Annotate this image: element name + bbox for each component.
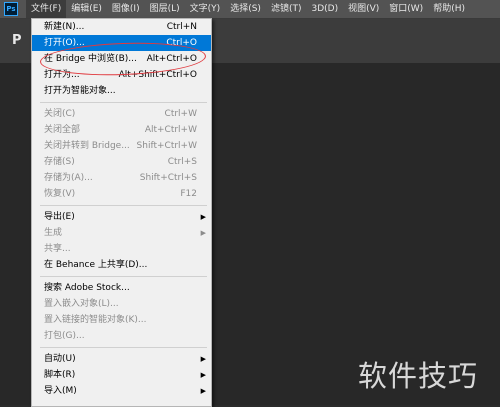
menu-item-label: 搜索 Adobe Stock...	[44, 283, 130, 293]
menu-6[interactable]: 滤镜(T)	[266, 0, 307, 18]
menu-10[interactable]: 帮助(H)	[428, 0, 470, 18]
menu-item[interactable]: 打开(O)... Ctrl+O	[32, 35, 211, 51]
menu-item-shortcut: Alt+Ctrl+W	[144, 125, 197, 135]
menu-item-shortcut: Ctrl+N	[166, 22, 197, 32]
menu-item-label: 关闭(C)	[44, 109, 76, 119]
menu-item-label: 关闭并转到 Bridge...	[44, 141, 130, 151]
menu-item-label: 在 Behance 上共享(D)...	[44, 260, 148, 270]
menu-separator	[40, 102, 207, 103]
menu-item[interactable]: 脚本(R) ▶	[32, 367, 211, 383]
menu-item[interactable]: 生成 ▶	[32, 225, 211, 241]
menu-item[interactable]: 存储(S) Ctrl+S	[32, 154, 211, 170]
menu-item-label: 打开为智能对象...	[44, 86, 116, 96]
menu-item-label: 存储(S)	[44, 157, 75, 167]
menu-item-label: 打包(G)...	[44, 331, 85, 341]
menu-item-label: 新建(N)...	[44, 22, 85, 32]
menu-9[interactable]: 窗口(W)	[384, 0, 428, 18]
menu-8[interactable]: 视图(V)	[343, 0, 384, 18]
menu-item-shortcut: Ctrl+S	[167, 157, 197, 167]
menu-item-label: 导入(M)	[44, 386, 77, 396]
menu-item[interactable]: 在 Behance 上共享(D)...	[32, 257, 211, 273]
menu-item[interactable]: 存储为(A)... Shift+Ctrl+S	[32, 170, 211, 186]
menu-item-label: 置入嵌入对象(L)...	[44, 299, 119, 309]
menu-item[interactable]: 关闭全部 Alt+Ctrl+W	[32, 122, 211, 138]
menu-item-label: 生成	[44, 228, 63, 238]
menu-item[interactable]: 恢复(V) F12	[32, 186, 211, 202]
file-menu-dropdown: 新建(N)... Ctrl+N 打开(O)... Ctrl+O 在 Bridge 中浏览…	[31, 18, 212, 407]
tool-preset-icon[interactable]: P	[12, 33, 26, 49]
menu-item-label: 在 Bridge 中浏览(B)...	[44, 54, 137, 64]
menu-7[interactable]: 3D(D)	[306, 0, 343, 18]
menu-3[interactable]: 图层(L)	[145, 0, 185, 18]
menu-item-label: 存储为(A)...	[44, 173, 93, 183]
menu-item[interactable]: 置入链接的智能对象(K)...	[32, 312, 211, 328]
menu-1[interactable]: 编辑(E)	[66, 0, 107, 18]
menu-item[interactable]: 导出(E) ▶	[32, 209, 211, 225]
menu-0[interactable]: 文件(F)	[26, 0, 67, 18]
submenu-arrow-icon: ▶	[200, 213, 206, 221]
photoshop-logo-icon: Ps	[4, 2, 18, 16]
menu-item-label: 打开(O)...	[44, 38, 85, 48]
menu-item[interactable]: 打包(G)...	[32, 328, 211, 344]
menu-item-label: 共享...	[44, 244, 71, 254]
menu-item-shortcut: Ctrl+W	[164, 109, 197, 119]
menu-item-label: 关闭全部	[44, 125, 81, 135]
menu-item[interactable]: 置入嵌入对象(L)...	[32, 296, 211, 312]
menu-item[interactable]: 自动(U) ▶	[32, 351, 211, 367]
menu-item-shortcut: Ctrl+O	[166, 38, 197, 48]
menu-bar-items: 文件(F) 编辑(E) 图像(I) 图层(L) 文字(Y) 选择(S) 滤镜(T) 3D(D)…	[26, 0, 470, 18]
menu-item-shortcut: Alt+Ctrl+O	[146, 54, 197, 64]
menu-item[interactable]: 关闭(C) Ctrl+W	[32, 106, 211, 122]
menu-item[interactable]: 导入(M) ▶	[32, 383, 211, 399]
submenu-arrow-icon: ▶	[200, 387, 206, 395]
menu-bar: Ps 文件(F) 编辑(E) 图像(I) 图层(L) 文字(Y) 选择(S) 滤镜(T) 3D…	[0, 0, 500, 19]
menu-item[interactable]: 新建(N)... Ctrl+N	[32, 19, 211, 35]
menu-item-shortcut: F12	[180, 189, 197, 199]
menu-5[interactable]: 选择(S)	[225, 0, 266, 18]
menu-item-label: 打开为...	[44, 70, 80, 80]
file-menu-items: 新建(N)... Ctrl+N 打开(O)... Ctrl+O 在 Bridge 中浏览…	[32, 19, 211, 399]
menu-separator	[40, 347, 207, 348]
menu-item-shortcut: Shift+Ctrl+W	[136, 141, 197, 151]
menu-separator	[40, 276, 207, 277]
menu-item-label: 置入链接的智能对象(K)...	[44, 315, 147, 325]
menu-item[interactable]: 共享...	[32, 241, 211, 257]
menu-item[interactable]: 搜索 Adobe Stock...	[32, 280, 211, 296]
submenu-arrow-icon: ▶	[200, 229, 206, 237]
menu-item-label: 脚本(R)	[44, 370, 76, 380]
watermark-text: 软件技巧	[358, 359, 479, 393]
menu-2[interactable]: 图像(I)	[107, 0, 145, 18]
menu-item-label: 自动(U)	[44, 354, 76, 364]
menu-separator	[40, 205, 207, 206]
menu-item[interactable]: 打开为... Alt+Shift+Ctrl+O	[32, 67, 211, 83]
menu-item[interactable]: 关闭并转到 Bridge... Shift+Ctrl+W	[32, 138, 211, 154]
submenu-arrow-icon: ▶	[200, 355, 206, 363]
submenu-arrow-icon: ▶	[200, 371, 206, 379]
menu-item-label: 恢复(V)	[44, 189, 76, 199]
menu-item[interactable]: 打开为智能对象...	[32, 83, 211, 99]
menu-item-shortcut: Alt+Shift+Ctrl+O	[118, 70, 197, 80]
menu-item-shortcut: Shift+Ctrl+S	[139, 173, 197, 183]
menu-4[interactable]: 文字(Y)	[185, 0, 226, 18]
menu-item-label: 导出(E)	[44, 212, 75, 222]
menu-item[interactable]: 在 Bridge 中浏览(B)... Alt+Ctrl+O	[32, 51, 211, 67]
